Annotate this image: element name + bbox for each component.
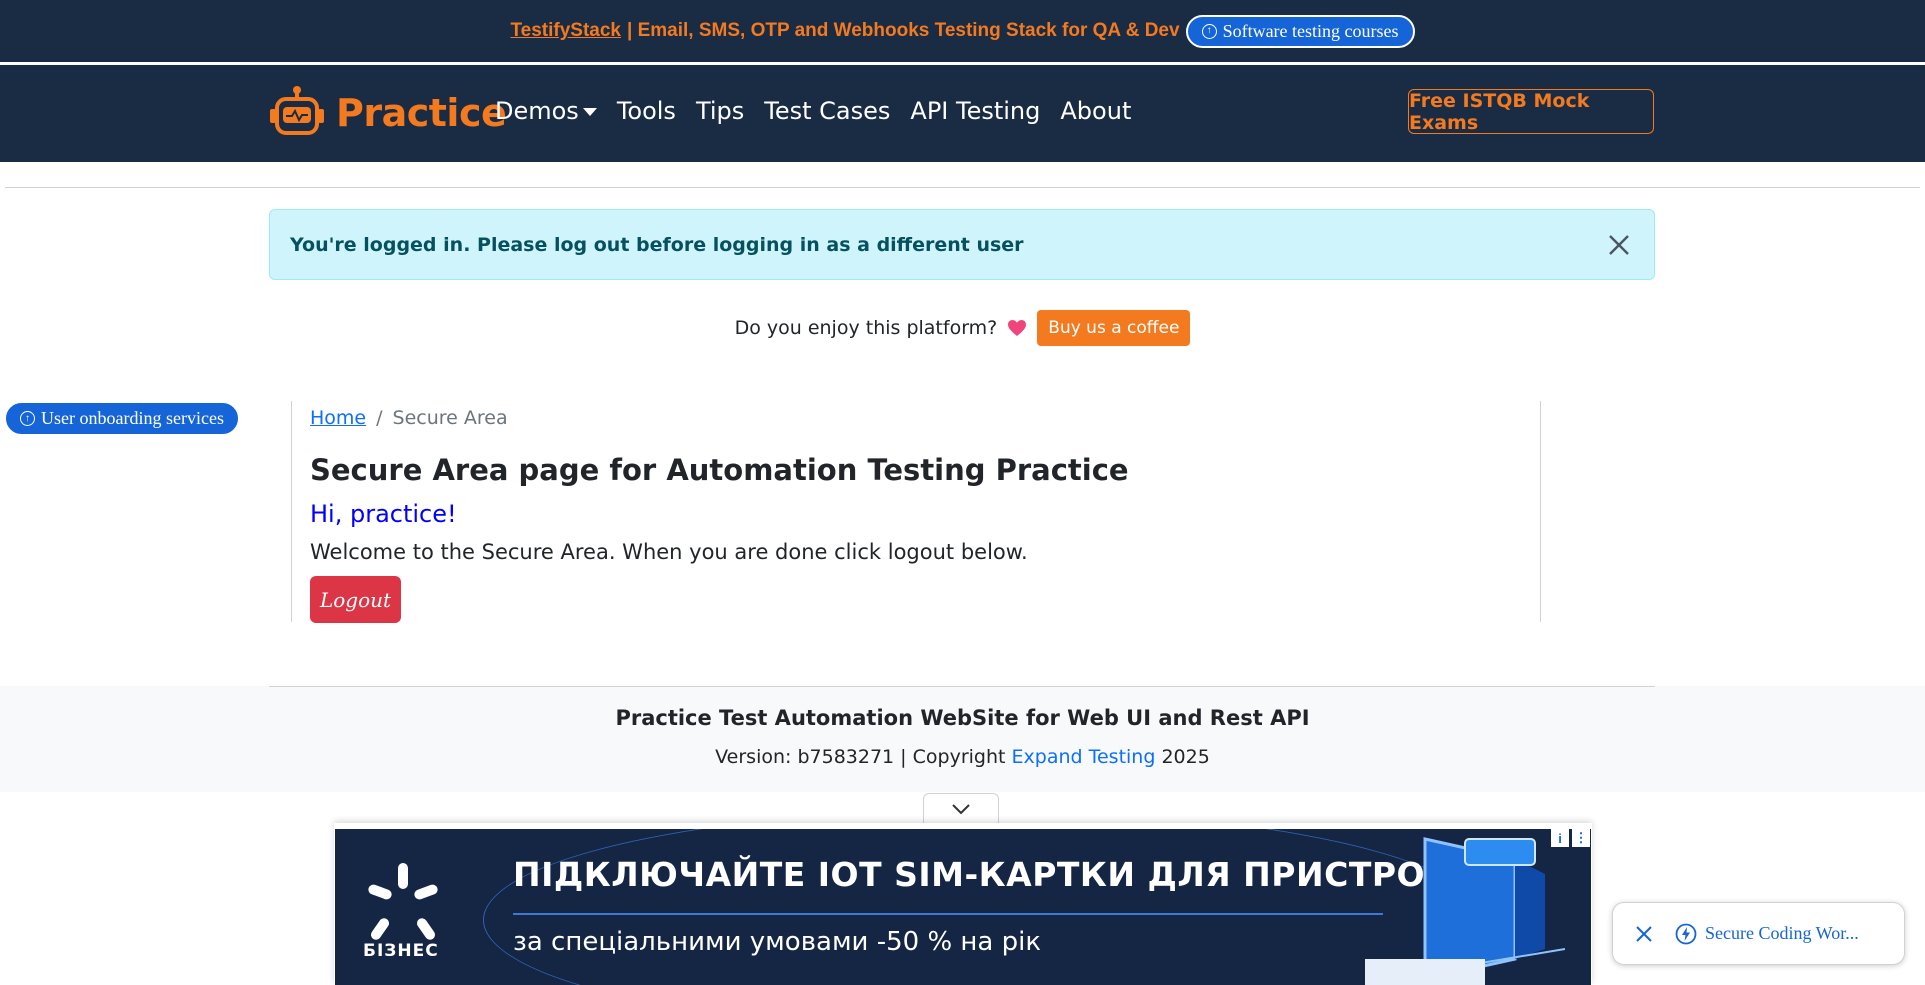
promo-text: | Email, SMS, OTP and Webhooks Testing S… bbox=[627, 20, 1180, 41]
ad-collapse-toggle[interactable] bbox=[923, 793, 999, 824]
greeting: Hi, practice! bbox=[310, 500, 457, 528]
close-icon[interactable] bbox=[1604, 230, 1634, 260]
ad-banner[interactable]: БІЗНЕС ПІДКЛЮЧАЙТЕ IOT SIM-КАРТКИ ДЛЯ ПР… bbox=[335, 829, 1591, 985]
breadcrumb-current: Secure Area bbox=[392, 407, 508, 429]
nav-links: Demos Tools Tips Test Cases API Testing … bbox=[495, 97, 1131, 125]
istqb-mock-exams-button[interactable]: Free ISTQB Mock Exams bbox=[1408, 89, 1654, 134]
user-onboarding-services-button[interactable]: ↑ User onboarding services bbox=[4, 401, 240, 436]
arrow-up-circle-icon: ↑ bbox=[20, 411, 35, 426]
logged-in-alert: You're logged in. Please log out before … bbox=[269, 209, 1655, 280]
page-title: Secure Area page for Automation Testing … bbox=[310, 453, 1129, 487]
close-icon[interactable] bbox=[1633, 923, 1655, 945]
ad-controls: i ⋮ bbox=[1551, 829, 1590, 847]
chevron-down-icon bbox=[952, 804, 970, 815]
secure-area-panel: Home / Secure Area Secure Area page for Au… bbox=[291, 401, 1541, 623]
floating-toast: Secure Coding Wor... bbox=[1612, 902, 1905, 965]
footer-title: Practice Test Automation WebSite for Web… bbox=[615, 706, 1310, 730]
ad-menu-icon[interactable]: ⋮ bbox=[1572, 829, 1590, 847]
laptop-router-illustration-icon bbox=[1365, 837, 1565, 985]
buy-coffee-button[interactable]: Buy us a coffee bbox=[1037, 310, 1191, 346]
lightning-circle-icon bbox=[1675, 923, 1697, 944]
brand-name: Practice bbox=[336, 91, 507, 135]
robot-logo-icon bbox=[270, 86, 324, 135]
footer: Practice Test Automation WebSite for Web… bbox=[0, 686, 1925, 792]
nav-demos-label: Demos bbox=[495, 97, 579, 125]
testifystack-link[interactable]: TestifyStack bbox=[510, 20, 621, 42]
software-testing-courses-button[interactable]: ↑ Software testing courses bbox=[1185, 14, 1415, 48]
nav-test-cases[interactable]: Test Cases bbox=[764, 97, 890, 125]
secure-coding-link[interactable]: Secure Coding Wor... bbox=[1675, 923, 1859, 945]
ad-headline: ПІДКЛЮЧАЙТЕ IOT SIM-КАРТКИ ДЛЯ ПРИСТРОЇВ bbox=[513, 855, 1464, 894]
nav-about[interactable]: About bbox=[1060, 97, 1131, 125]
footer-version: Version: b7583271 | Copyright Expand Tes… bbox=[0, 746, 1925, 768]
nav-tools[interactable]: Tools bbox=[617, 97, 676, 125]
brand-logo-link[interactable]: Practice bbox=[268, 85, 507, 141]
enjoy-question: Do you enjoy this platform? bbox=[734, 317, 998, 339]
copyright-year: 2025 bbox=[1161, 746, 1210, 768]
caret-down-icon bbox=[582, 108, 597, 116]
support-row: Do you enjoy this platform? Buy us a cof… bbox=[0, 310, 1925, 346]
logout-button[interactable]: Logout bbox=[310, 576, 401, 623]
nav-tips[interactable]: Tips bbox=[696, 97, 744, 125]
secure-coding-label: Secure Coding Wor... bbox=[1705, 923, 1859, 943]
breadcrumb: Home / Secure Area bbox=[310, 407, 508, 429]
ad-rule bbox=[513, 913, 1383, 915]
ad-logo-text: БІЗНЕС bbox=[363, 941, 439, 961]
welcome-message: Welcome to the Secure Area. When you are… bbox=[310, 540, 1028, 564]
courses-button-label: Software testing courses bbox=[1222, 20, 1399, 41]
alert-message: You're logged in. Please log out before … bbox=[290, 234, 1024, 256]
nav-demos-dropdown[interactable]: Demos bbox=[495, 97, 597, 125]
content-divider bbox=[5, 187, 1920, 188]
ad-decor-arc bbox=[483, 829, 1485, 985]
footer-divider bbox=[269, 686, 1655, 687]
onboarding-button-label: User onboarding services bbox=[41, 408, 224, 428]
expand-testing-link[interactable]: Expand Testing bbox=[1012, 746, 1156, 768]
ad-container: БІЗНЕС ПІДКЛЮЧАЙТЕ IOT SIM-КАРТКИ ДЛЯ ПР… bbox=[334, 823, 1592, 985]
ad-subline: за спеціальними умовами -50 % на рік bbox=[513, 927, 1042, 957]
ad-info-icon[interactable]: i bbox=[1551, 829, 1569, 847]
navbar: Practice Demos Tools Tips Test Cases API… bbox=[0, 65, 1925, 162]
promo-bar: TestifyStack | Email, SMS, OTP and Webho… bbox=[0, 0, 1925, 62]
version-text: Version: b7583271 | Copyright bbox=[715, 746, 1006, 768]
nav-api-testing[interactable]: API Testing bbox=[910, 97, 1040, 125]
arrow-up-circle-icon: ↑ bbox=[1201, 23, 1217, 39]
heart-icon bbox=[1008, 320, 1027, 336]
breadcrumb-separator: / bbox=[376, 407, 383, 429]
breadcrumb-home-link[interactable]: Home bbox=[310, 407, 366, 429]
